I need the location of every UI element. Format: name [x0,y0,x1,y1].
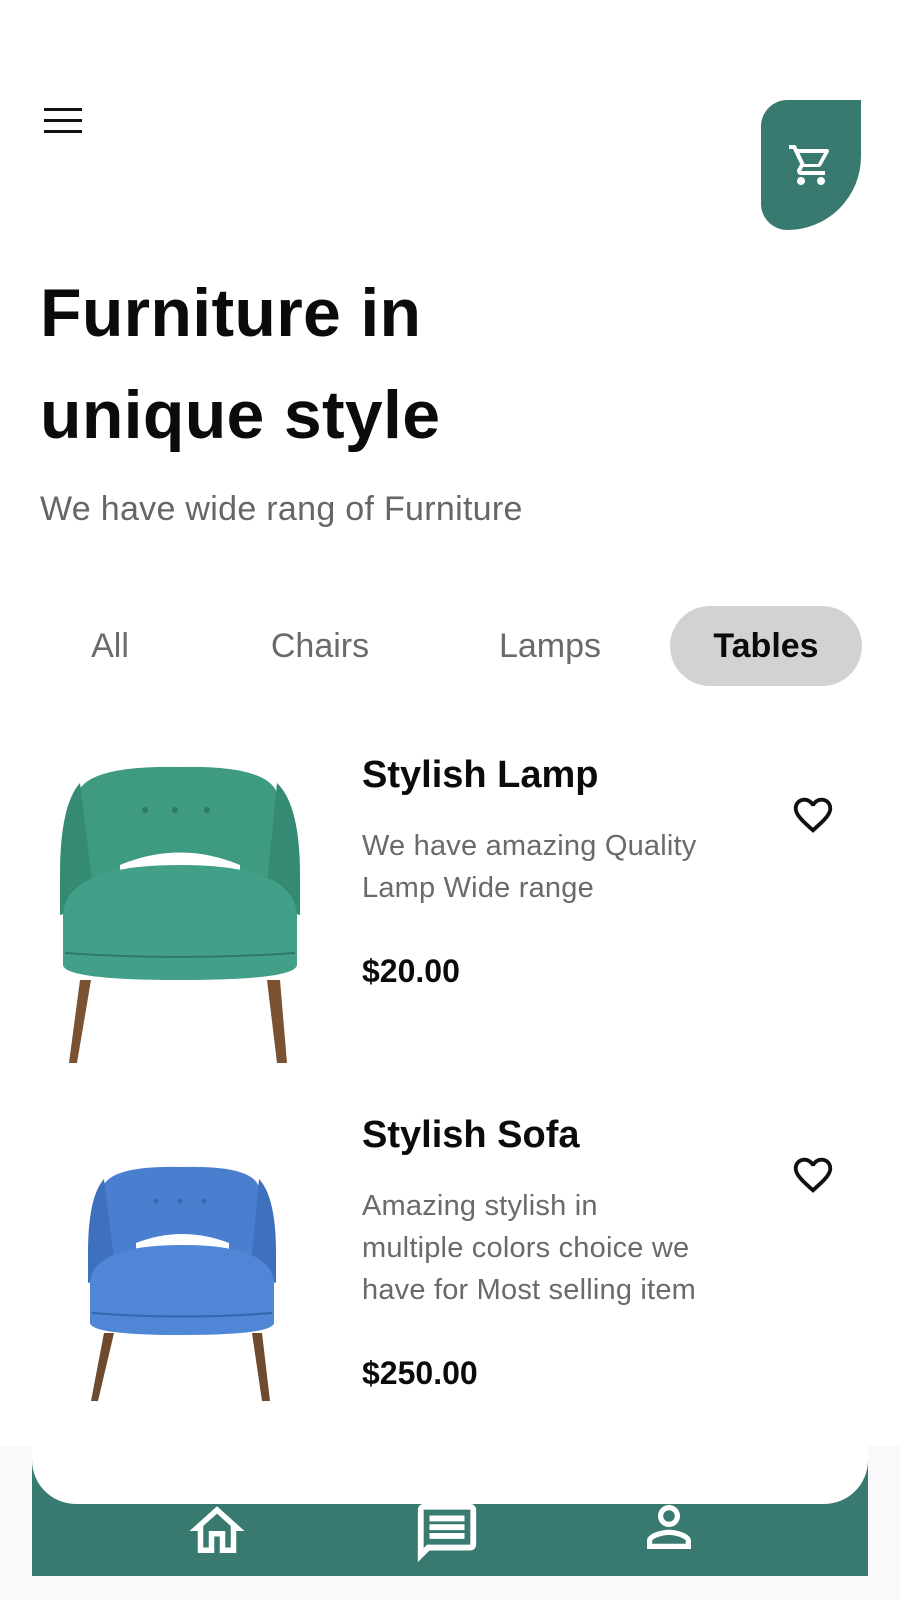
heart-outline-icon[interactable] [790,1152,836,1198]
menu-bar [44,119,82,122]
title-line-1: Furniture in [40,275,422,351]
tab-lamps[interactable]: Lamps [465,606,635,686]
title-line-2: unique style [40,377,441,453]
bottom-nav-area [0,1446,900,1600]
product-card[interactable]: Stylish Sofa Amazing stylish in multiple… [0,1110,900,1430]
chat-icon[interactable] [412,1498,482,1568]
bottom-nav-curve [32,1446,868,1504]
menu-bar [44,108,82,111]
heart-outline-icon[interactable] [790,792,836,838]
menu-button[interactable] [44,108,82,136]
product-description-line: Lamp Wide range [362,872,594,904]
tab-chairs[interactable]: Chairs [235,606,405,686]
tab-tables[interactable]: Tables [670,606,862,686]
product-card[interactable]: Stylish Lamp We have amazing Quality Lam… [0,750,900,1070]
cart-button[interactable] [761,100,861,230]
blue-armchair-image [88,1166,276,1401]
product-name: Stylish Sofa [362,1114,580,1156]
page-subtitle: We have wide rang of Furniture [40,490,523,528]
product-description: We have amazing Quality Lamp Wide range [362,825,732,909]
product-description-line: have for Most selling item [362,1274,696,1306]
product-description-line: multiple colors choice we [362,1232,690,1264]
product-price: $250.00 [362,1355,478,1391]
product-description: Amazing stylish in multiple colors choic… [362,1185,732,1311]
product-description-line: Amazing stylish in [362,1190,598,1222]
product-name: Stylish Lamp [362,754,599,796]
home-icon[interactable] [184,1498,250,1564]
product-price: $20.00 [362,953,460,989]
green-armchair-image [60,766,300,1063]
page-title: Furniture in unique style [40,262,440,466]
product-description-line: We have amazing Quality [362,830,697,862]
shopping-cart-icon [789,145,830,185]
tab-all[interactable]: All [60,606,160,686]
menu-bar [44,130,82,133]
category-tabs: All Chairs Lamps Tables [40,606,862,686]
